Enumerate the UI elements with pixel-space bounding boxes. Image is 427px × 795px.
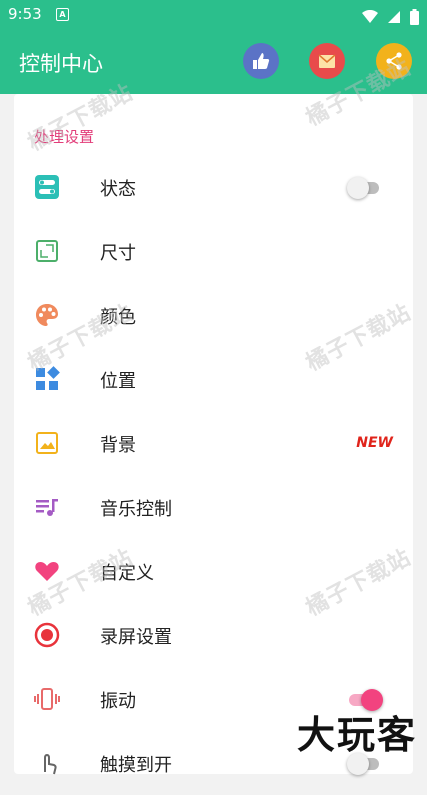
setting-row-size[interactable]: 尺寸 xyxy=(14,219,413,283)
setting-label: 位置 xyxy=(100,371,136,392)
signal-icon xyxy=(387,10,400,23)
section-title: 处理设置 xyxy=(34,128,95,146)
wifi-icon xyxy=(361,9,378,23)
setting-label: 录屏设置 xyxy=(100,627,172,648)
new-badge: NEW xyxy=(356,435,393,451)
setting-label: 自定义 xyxy=(100,563,154,584)
setting-label: 状态 xyxy=(100,179,136,200)
setting-label: 音乐控制 xyxy=(100,499,172,520)
setting-row-status[interactable]: 状态 xyxy=(14,155,413,219)
battery-icon xyxy=(410,8,419,25)
page-title: 控制中心 xyxy=(19,52,103,76)
record-icon xyxy=(34,622,60,648)
app-bar: 控制中心 xyxy=(0,30,427,94)
grid-icon xyxy=(36,366,60,390)
status-time: 9:53 xyxy=(8,5,42,23)
setting-label: 颜色 xyxy=(100,307,136,328)
setting-row-custom[interactable]: 自定义 xyxy=(14,539,413,603)
like-button[interactable] xyxy=(243,43,279,79)
notification-icon: A xyxy=(56,8,69,21)
status-toggle[interactable] xyxy=(347,177,381,199)
setting-label: 振动 xyxy=(100,691,136,712)
thumbs-up-icon xyxy=(253,53,270,69)
setting-row-record[interactable]: 录屏设置 xyxy=(14,603,413,667)
setting-row-position[interactable]: 位置 xyxy=(14,347,413,411)
music-list-icon xyxy=(36,499,58,516)
vibrate-icon xyxy=(34,688,60,710)
setting-row-background[interactable]: 背景 NEW xyxy=(14,411,413,475)
toggles-icon xyxy=(35,175,59,199)
setting-label: 触摸到开 xyxy=(100,755,172,776)
message-button[interactable] xyxy=(309,43,345,79)
resize-icon xyxy=(36,240,58,262)
heart-icon xyxy=(35,562,59,581)
setting-row-color[interactable]: 颜色 xyxy=(14,283,413,347)
touch-icon xyxy=(44,753,57,775)
share-button[interactable] xyxy=(376,43,412,79)
image-icon xyxy=(36,432,58,454)
corner-logo: 大玩客 xyxy=(296,712,417,757)
system-icons xyxy=(358,6,419,25)
settings-card: 处理设置 状态 尺寸 颜色 位置 背景 NEW 音乐控制 自定义 录屏设置 振动… xyxy=(14,94,413,776)
setting-label: 背景 xyxy=(100,435,136,456)
envelope-icon xyxy=(318,54,336,68)
setting-row-music[interactable]: 音乐控制 xyxy=(14,475,413,539)
status-bar: 9:53 A xyxy=(0,0,427,30)
share-icon xyxy=(386,52,402,70)
setting-label: 尺寸 xyxy=(100,243,136,264)
palette-icon xyxy=(36,304,58,326)
